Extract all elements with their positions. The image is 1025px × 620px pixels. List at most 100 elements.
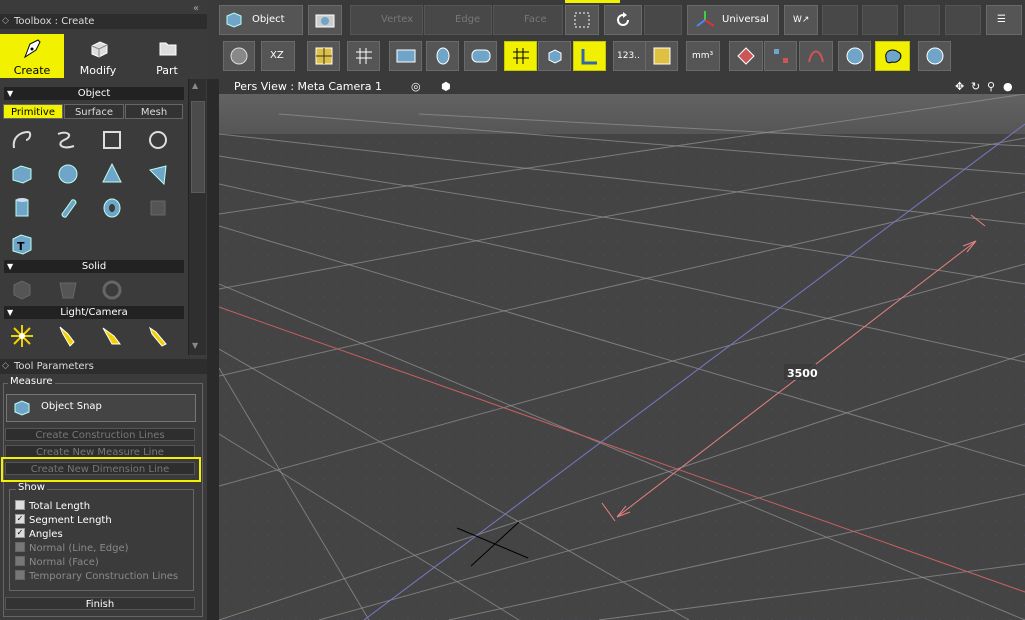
toolbox-scrollbar[interactable]: ▲ ▼ xyxy=(188,79,206,355)
target-icon[interactable]: ◎ xyxy=(411,79,421,94)
create-dimension-line-button[interactable]: Create New Dimension Line xyxy=(5,462,195,475)
box-icon[interactable] xyxy=(8,160,36,188)
shading-icon[interactable]: ● xyxy=(1003,79,1013,94)
plane-label: XZ xyxy=(270,50,284,61)
point-light-icon[interactable] xyxy=(8,322,36,350)
measure-tool-button[interactable] xyxy=(573,41,606,71)
ground-texture xyxy=(219,94,1025,620)
scroll-down-icon[interactable]: ▼ xyxy=(192,341,198,350)
spot-light-icon[interactable] xyxy=(54,322,82,350)
horizon-band xyxy=(219,94,1025,134)
torus-icon[interactable] xyxy=(98,194,126,222)
universal-manipulator-button[interactable]: Universal xyxy=(687,5,779,35)
tool-button[interactable] xyxy=(875,41,910,71)
tool-button[interactable] xyxy=(645,41,678,71)
world-axis-icon: W↗ xyxy=(793,15,810,25)
parallel-light-icon[interactable] xyxy=(98,322,126,350)
zoom-icon[interactable]: ⚲ xyxy=(987,79,995,94)
move-point-icon xyxy=(774,49,788,63)
viewport[interactable]: Pers View : Meta Camera 1 ◎ ⬢ ✥ ↻ ⚲ ● 35… xyxy=(219,79,1025,620)
cone-icon[interactable] xyxy=(98,160,126,188)
area-icon: mm³ xyxy=(692,51,714,61)
scroll-up-icon[interactable]: ▲ xyxy=(192,81,198,90)
sphere-icon[interactable] xyxy=(54,160,82,188)
tab-create[interactable]: Create xyxy=(0,34,64,78)
disabled-tool-button[interactable] xyxy=(904,5,940,35)
selection-button[interactable] xyxy=(565,5,599,35)
checkbox[interactable] xyxy=(15,500,25,510)
disabled-tool-button[interactable] xyxy=(822,5,858,35)
option-total-length[interactable]: Total Length xyxy=(15,500,90,513)
curve-loop-icon[interactable] xyxy=(52,126,80,154)
circle-icon[interactable] xyxy=(144,126,172,154)
subtab-mesh[interactable]: Mesh xyxy=(125,104,183,119)
checkbox-checked[interactable]: ✓ xyxy=(15,528,25,538)
solid-ring-icon xyxy=(102,280,122,300)
layers-button[interactable]: ☰ xyxy=(986,5,1022,35)
tab-modify[interactable]: Modify xyxy=(66,34,130,78)
world-axis-button[interactable]: W↗ xyxy=(784,5,818,35)
tool-button[interactable] xyxy=(799,41,833,71)
finish-button[interactable]: Finish xyxy=(5,597,195,610)
snap-grid-button[interactable] xyxy=(504,41,537,71)
tab-part[interactable]: Part xyxy=(135,34,199,78)
render-button[interactable] xyxy=(308,5,342,35)
camera-icon[interactable] xyxy=(144,322,172,350)
option-temp-construction-lines: Temporary Construction Lines xyxy=(15,570,178,583)
subtab-surface[interactable]: Surface xyxy=(64,104,124,119)
material-icon xyxy=(926,47,944,65)
curve-open-icon[interactable] xyxy=(8,126,36,154)
viewport-title[interactable]: Pers View : Meta Camera 1 xyxy=(234,79,382,94)
create-construction-lines-button[interactable]: Create Construction Lines xyxy=(5,428,195,441)
capsule-icon[interactable] xyxy=(54,194,82,222)
cube-view-icon[interactable]: ⬢ xyxy=(441,79,451,94)
area-button[interactable]: mm³ xyxy=(686,41,720,71)
disk-icon[interactable] xyxy=(144,160,172,188)
texture-icon xyxy=(653,47,671,65)
disabled-tool-button[interactable] xyxy=(945,5,981,35)
scroll-thumb[interactable] xyxy=(191,101,205,193)
tool-button[interactable] xyxy=(464,41,497,71)
light-section-header[interactable]: ▼ Light/Camera xyxy=(4,306,184,319)
globe-button[interactable] xyxy=(223,41,255,71)
tool-button[interactable] xyxy=(729,41,763,71)
cylinder-icon[interactable] xyxy=(8,194,36,222)
edge-mode-button[interactable]: Edge xyxy=(424,5,492,35)
left-panel: Toolbox : Create « Create Modify Part ▼O… xyxy=(0,0,207,620)
tool-button[interactable] xyxy=(764,41,797,71)
rotate-view-button[interactable] xyxy=(604,5,642,35)
pan-icon[interactable]: ✥ xyxy=(955,79,964,94)
object-mode-button[interactable]: Object xyxy=(219,5,303,35)
option-angles[interactable]: ✓ Angles xyxy=(15,528,63,541)
disabled-tool-button[interactable] xyxy=(862,5,898,35)
option-label: Segment Length xyxy=(29,515,112,526)
disabled-tool-button[interactable] xyxy=(644,5,682,35)
grid-view-button[interactable] xyxy=(347,41,380,71)
text-icon[interactable]: T xyxy=(8,230,36,258)
checkbox-checked[interactable]: ✓ xyxy=(15,514,25,524)
quad-view-button[interactable] xyxy=(307,41,340,71)
numeric-input-button[interactable]: 123.. xyxy=(613,41,646,71)
plane-xz-button[interactable]: XZ xyxy=(261,41,295,71)
checkbox xyxy=(15,556,25,566)
collapse-icon[interactable]: « xyxy=(193,3,199,14)
tool-button[interactable] xyxy=(389,41,422,71)
camera-icon xyxy=(315,14,335,28)
material-button[interactable] xyxy=(918,41,951,71)
object-snap-icon xyxy=(14,400,30,416)
face-mode-button[interactable]: Face xyxy=(493,5,563,35)
tool-button[interactable] xyxy=(426,41,459,71)
viewport-canvas[interactable]: 3500 xyxy=(219,94,1025,620)
solid-section-header[interactable]: ▼ Solid xyxy=(4,260,184,273)
object-snap-button[interactable]: Object Snap xyxy=(6,394,196,422)
tool-button[interactable] xyxy=(838,41,871,71)
snap-object-button[interactable] xyxy=(538,41,571,71)
blob-icon xyxy=(885,49,902,64)
rectangle-icon[interactable] xyxy=(98,126,126,154)
vertex-mode-button[interactable]: Vertex xyxy=(350,5,423,35)
subtab-primitive[interactable]: Primitive xyxy=(3,104,63,119)
object-section-header[interactable]: ▼ Object xyxy=(4,87,184,100)
option-segment-length[interactable]: ✓ Segment Length xyxy=(15,514,112,527)
orbit-icon[interactable]: ↻ xyxy=(971,79,980,94)
numeric-label: 123.. xyxy=(617,51,640,61)
